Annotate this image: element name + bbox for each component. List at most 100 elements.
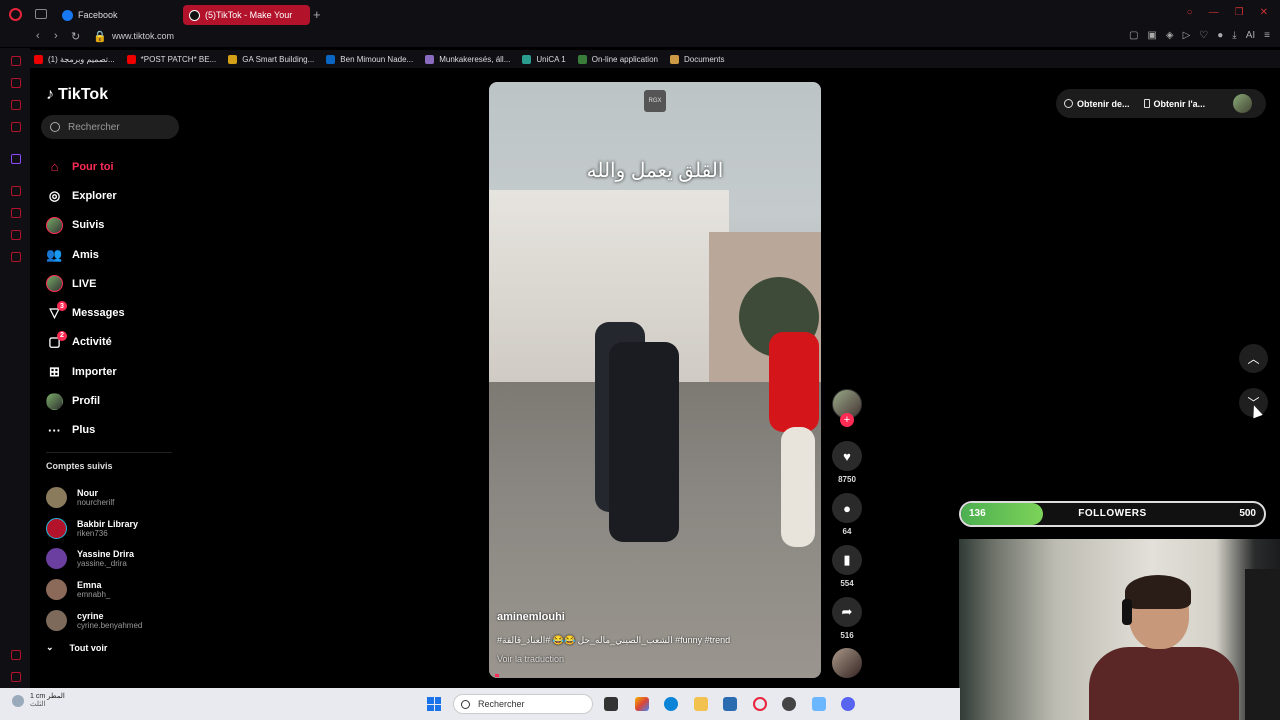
file-explorer-icon[interactable] — [694, 697, 708, 711]
nav-item-messages[interactable]: ▽ 3 Messages — [46, 298, 186, 327]
bookmark-item[interactable]: *POST PATCH* BE... — [126, 54, 216, 64]
video-person — [769, 332, 819, 432]
new-tab-button[interactable]: + — [313, 7, 321, 22]
play-icon[interactable]: ▷ — [1183, 30, 1191, 41]
following-item[interactable]: Bakbir Library riken736 — [46, 513, 176, 544]
sidebar-gx-icon[interactable] — [11, 650, 21, 660]
task-view-icon[interactable] — [604, 697, 618, 711]
live-avatar-icon — [46, 275, 63, 293]
nav-item-profil[interactable]: Profil — [46, 386, 186, 415]
phone-icon — [1143, 99, 1150, 108]
sidebar-history-icon[interactable] — [11, 208, 21, 218]
translate-link[interactable]: Voir la traduction — [497, 654, 564, 664]
nav-item-suivis[interactable]: Suivis — [46, 211, 186, 240]
get-app-button[interactable]: Obtenir l'a... — [1143, 99, 1205, 109]
nav-item-plus[interactable]: ··· Plus — [46, 416, 186, 445]
search-input[interactable]: Rechercher — [41, 115, 179, 139]
user-avatar[interactable] — [1233, 94, 1252, 113]
bookmark-item[interactable]: Documents — [669, 54, 724, 64]
sidebar-player-icon[interactable] — [11, 186, 21, 196]
ai-icon[interactable]: AI — [1246, 30, 1255, 41]
save-button[interactable]: ▮ 554 — [830, 545, 864, 588]
heart-icon[interactable]: ♡ — [1199, 30, 1208, 41]
search-tabs-icon[interactable]: ○ — [1187, 7, 1193, 18]
store-icon[interactable] — [723, 697, 737, 711]
windows-start-icon[interactable] — [427, 697, 441, 711]
nav-item-explorer[interactable]: ◎ Explorer — [46, 181, 186, 210]
like-button[interactable]: ♥ 8750 — [830, 441, 864, 484]
nav-item-amis[interactable]: 👥 Amis — [46, 240, 186, 269]
bookmark-item[interactable]: GA Smart Building... — [228, 54, 315, 64]
sidebar-shop-icon[interactable] — [11, 78, 21, 88]
copilot-icon[interactable] — [635, 697, 649, 711]
minimize-button[interactable]: — — [1209, 7, 1219, 18]
following-username: riken736 — [77, 528, 108, 538]
snipping-tool-icon[interactable] — [812, 697, 826, 711]
bookmark-item[interactable]: UniCA 1 — [522, 54, 566, 64]
opera-logo-icon[interactable] — [9, 8, 22, 21]
video-author[interactable]: aminemlouhi — [497, 611, 565, 623]
tiktok-note-icon: ♪ — [46, 86, 54, 103]
webcam-person-body — [1089, 647, 1239, 720]
sidebar-extensions-icon[interactable] — [11, 230, 21, 240]
avatar — [46, 609, 67, 631]
bookmark-item[interactable]: Ben Mimoun Nade... — [326, 54, 413, 64]
bookmark-label: GA Smart Building... — [242, 54, 315, 64]
following-item[interactable]: Emna emnabh_ — [46, 574, 176, 605]
menu-icon[interactable]: ≡ — [1264, 30, 1270, 41]
follow-plus-icon[interactable]: + — [840, 413, 854, 427]
obs-icon[interactable] — [782, 697, 796, 711]
tab-overview-icon[interactable] — [35, 9, 47, 19]
download-icon[interactable]: ⤓ — [1232, 30, 1236, 41]
bookmark-item[interactable]: (1) تصميم وبرمجة... — [34, 54, 115, 64]
following-item[interactable]: Yassine Drira yassine._drira — [46, 543, 176, 574]
get-coins-button[interactable]: Obtenir de... — [1064, 99, 1130, 109]
back-icon[interactable]: ‹ — [36, 30, 40, 42]
snapshot-icon[interactable]: ▣ — [1147, 30, 1156, 41]
url-field[interactable]: www.tiktok.com — [112, 31, 174, 41]
bookmark-item[interactable]: Munkakeresés, áll... — [425, 54, 510, 64]
share-button[interactable]: ➦ 516 — [830, 597, 864, 640]
taskbar-search-placeholder: Rechercher — [478, 699, 525, 709]
bookmark-icon[interactable]: ▢ — [1129, 30, 1138, 41]
following-item[interactable]: cyrine cyrine.benyahmed — [46, 605, 176, 636]
previous-video-button[interactable]: ︿ — [1239, 344, 1268, 373]
weather-widget[interactable]: 1 cm المطر الثلث — [12, 693, 65, 709]
following-item[interactable]: Nour nourcherilf — [46, 482, 176, 513]
sidebar-more-icon[interactable] — [11, 672, 21, 682]
sidebar-twitch-icon[interactable] — [11, 154, 21, 164]
nav-item-activite[interactable]: ▢ 2 Activité — [46, 328, 186, 357]
more-icon: ··· — [48, 422, 61, 438]
forward-icon[interactable]: › — [54, 30, 58, 42]
video-progress-bar[interactable] — [495, 674, 499, 677]
edge-icon[interactable] — [664, 697, 678, 711]
see-all-link[interactable]: ⌄ Tout voir — [46, 642, 107, 653]
video-player[interactable]: RGX القلق يعمل والله aminemlouhi #الشعب_… — [489, 82, 821, 678]
nav-item-importer[interactable]: ⊞ Importer — [46, 357, 186, 386]
profile-icon[interactable]: ● — [1217, 30, 1223, 41]
tiktok-logo[interactable]: ♪ TikTok — [46, 86, 108, 104]
sidebar-messenger-icon[interactable] — [11, 100, 21, 110]
reload-icon[interactable]: ↻ — [71, 30, 80, 43]
restore-button[interactable]: ❐ — [1235, 7, 1244, 18]
music-disc-avatar[interactable] — [832, 648, 862, 678]
sidebar-video-icon[interactable] — [11, 122, 21, 132]
nav-item-live[interactable]: LIVE — [46, 269, 186, 298]
webcam-person-hair — [1125, 575, 1191, 609]
sidebar-settings-icon[interactable] — [11, 252, 21, 262]
shield-icon[interactable]: ◈ — [1166, 30, 1174, 41]
tab-tiktok[interactable]: (5)TikTok - Make Your — [183, 5, 310, 25]
bookmark-item[interactable]: On-line application — [577, 54, 658, 64]
opera-taskbar-icon[interactable] — [753, 697, 767, 711]
sidebar-ai-icon[interactable] — [11, 56, 21, 66]
tab-facebook[interactable]: Facebook — [56, 5, 178, 25]
close-window-button[interactable]: ✕ — [1260, 7, 1268, 18]
following-name: Emna — [77, 579, 102, 590]
video-person — [609, 342, 679, 542]
comment-button[interactable]: ● 64 — [830, 493, 864, 536]
taskbar-search[interactable]: Rechercher — [453, 694, 593, 714]
nav-item-pour-toi[interactable]: ⌂ Pour toi — [46, 152, 186, 181]
following-username: yassine._drira — [77, 559, 127, 569]
following-name: Nour — [77, 487, 98, 498]
discord-icon[interactable] — [841, 697, 855, 711]
